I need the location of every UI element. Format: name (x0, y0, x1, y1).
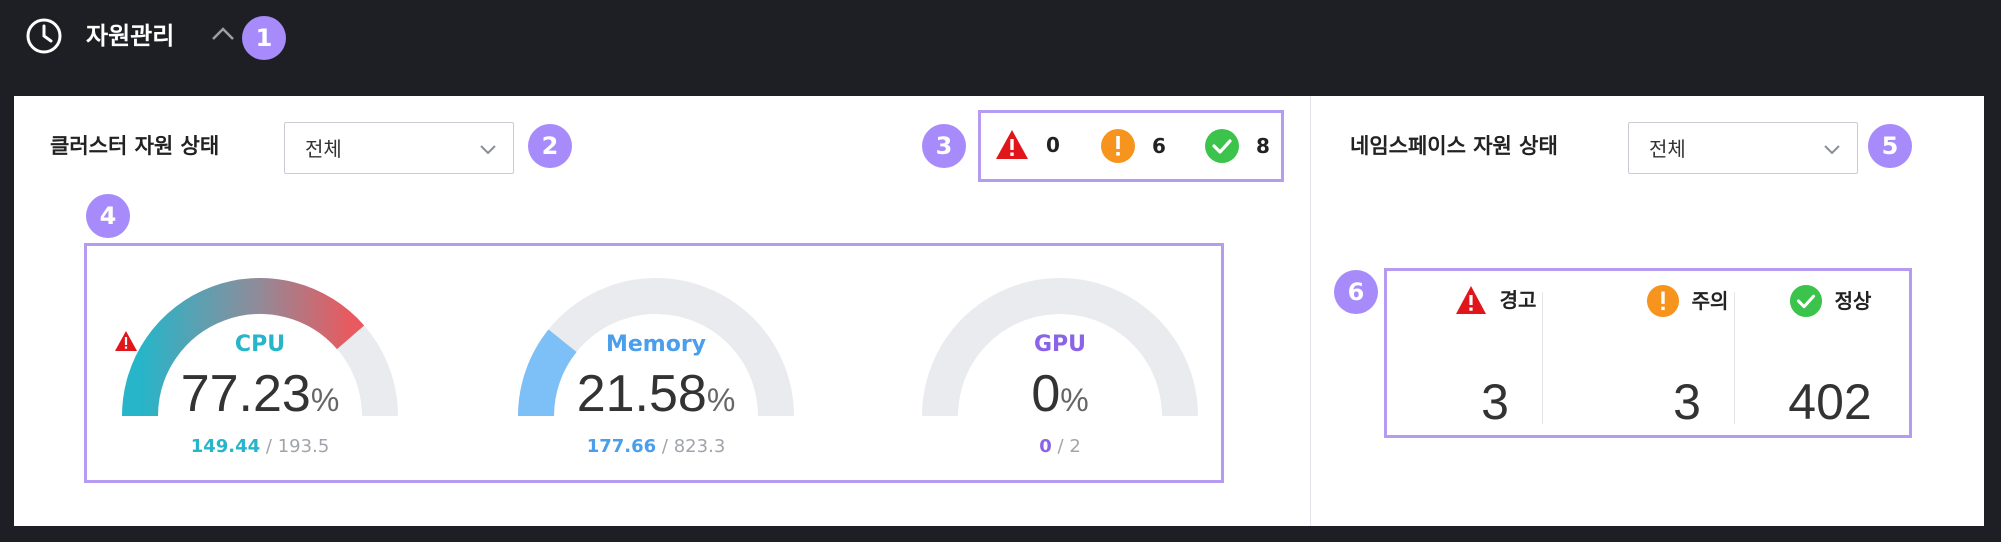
namespace-warning-value: 3 (1481, 374, 1509, 430)
gpu-usage-detail: 0 / 2 (1039, 436, 1081, 457)
warning-icon (1455, 286, 1486, 314)
status-normal-count[interactable]: 8 (1204, 128, 1270, 164)
namespace-warning-label: 경고 (1499, 288, 1537, 312)
cpu-gauge-title: CPU (110, 330, 410, 360)
section-divider (1310, 96, 1311, 526)
clock-icon (26, 18, 62, 54)
namespace-normal-header: 정상 (1735, 284, 1925, 318)
memory-usage-value: 21.58% (576, 365, 736, 423)
check-icon (1789, 284, 1822, 318)
caution-icon (1101, 129, 1135, 163)
callout-1: 1 (242, 16, 286, 60)
warning-count-value: 0 (1046, 133, 1060, 157)
cluster-section-title: 클러스터 자원 상태 (50, 134, 220, 158)
gauge-memory: Memory 21.58% 177.66 / 823.3 (506, 258, 806, 468)
caution-icon (1646, 284, 1679, 318)
caution-count-value: 6 (1152, 134, 1166, 158)
status-caution-count[interactable]: 6 (1100, 128, 1166, 164)
normal-count-value: 8 (1256, 134, 1270, 158)
memory-usage-detail: 177.66 / 823.3 (586, 436, 726, 457)
callout-3: 3 (922, 124, 966, 168)
namespace-caution-label: 주의 (1691, 289, 1729, 313)
cpu-label: CPU (234, 332, 286, 357)
header-bar: 자원관리 (0, 0, 2001, 92)
chevron-up-icon[interactable] (210, 24, 236, 44)
cpu-warning-icon (115, 331, 137, 351)
check-icon (1205, 129, 1239, 163)
cluster-filter-value: 전체 (305, 137, 342, 161)
gpu-label: GPU (1033, 332, 1087, 357)
namespace-normal-label: 정상 (1834, 289, 1872, 313)
callout-6: 6 (1334, 270, 1378, 314)
namespace-filter-select[interactable]: 전체 (1628, 122, 1858, 174)
namespace-warning-header: 경고 (1400, 284, 1590, 316)
callout-4: 4 (86, 194, 130, 238)
gauge-cpu: CPU 77.23% 149.44 / 193.5 (110, 258, 410, 468)
namespace-filter-value: 전체 (1649, 137, 1686, 161)
namespace-normal-value: 402 (1788, 374, 1872, 430)
chevron-down-icon (480, 145, 496, 155)
cpu-usage-value: 77.23% (180, 365, 340, 423)
gpu-usage-value: 0% (1031, 365, 1089, 423)
namespace-section-title: 네임스페이스 자원 상태 (1350, 134, 1558, 158)
callout-2: 2 (528, 124, 572, 168)
cluster-filter-select[interactable]: 전체 (284, 122, 514, 174)
callout-5: 5 (1868, 124, 1912, 168)
page-title: 자원관리 (86, 22, 175, 50)
warning-icon (996, 130, 1028, 159)
gauge-gpu: GPU 0% 0 / 2 (910, 258, 1210, 468)
status-warning-count[interactable]: 0 (994, 128, 1060, 162)
memory-label: Memory (605, 332, 707, 357)
chevron-down-icon (1824, 145, 1840, 155)
summary-divider (1542, 292, 1543, 424)
cpu-usage-detail: 149.44 / 193.5 (190, 436, 330, 457)
